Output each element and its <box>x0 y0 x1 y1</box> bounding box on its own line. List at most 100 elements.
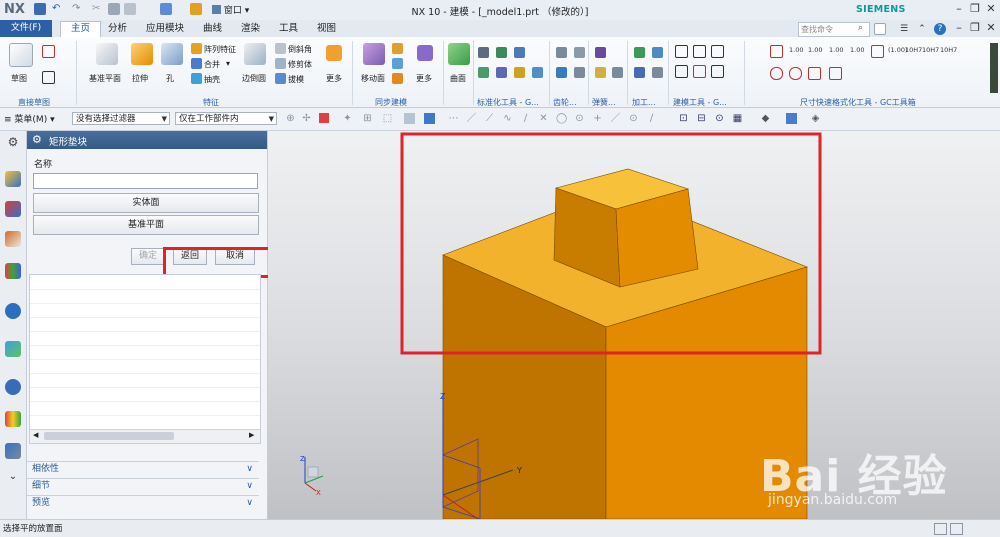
tab-render[interactable]: 渲染 <box>241 22 260 36</box>
dim-tool-12-icon[interactable] <box>829 67 842 80</box>
clock-icon[interactable] <box>5 379 21 395</box>
rect-select-icon[interactable]: ⬚ <box>382 113 393 124</box>
datum-plane-option-button[interactable]: 基准平面 <box>33 215 259 235</box>
move-face-icon[interactable] <box>363 43 385 65</box>
arc-center-icon[interactable]: ◯ <box>556 113 567 124</box>
dim-tool-9-icon[interactable] <box>770 67 783 80</box>
dim-tool-1-icon[interactable] <box>770 45 783 58</box>
bounded-grid-icon[interactable]: ⊙ <box>628 113 639 124</box>
std-tool-6-icon[interactable] <box>514 67 525 78</box>
dependency-section[interactable]: 相依性 ∨ <box>27 461 259 476</box>
surface-icon[interactable] <box>448 43 470 65</box>
unite-icon[interactable] <box>191 58 202 69</box>
chamfer-button[interactable]: 倒斜角 <box>288 44 312 55</box>
sync-tool-3-icon[interactable] <box>392 73 403 84</box>
constraint-navigator-icon[interactable] <box>5 231 21 247</box>
build-tool-4-icon[interactable] <box>675 65 688 78</box>
more-features-icon[interactable] <box>326 45 342 61</box>
part-navigator-icon[interactable] <box>5 171 21 187</box>
ribbon-options-icon[interactable]: ☰ <box>898 23 910 35</box>
more-features-button[interactable]: 更多 <box>326 73 342 84</box>
collapse-ribbon-icon[interactable]: ⌃ <box>916 23 928 35</box>
dim-label-4[interactable]: 1.00 <box>850 46 864 54</box>
spring-tool-1-icon[interactable] <box>595 47 606 58</box>
dim-label-7[interactable]: 10H7 <box>922 46 939 54</box>
web-browser-icon[interactable] <box>5 303 21 319</box>
datum-plane-button[interactable]: 基准平面 <box>89 73 121 84</box>
shell-icon[interactable] <box>191 73 202 84</box>
draft-icon[interactable] <box>275 73 286 84</box>
cube-view-icon[interactable] <box>424 113 435 124</box>
trim-body-icon[interactable] <box>275 58 286 69</box>
select-all-icon[interactable]: ⊕ <box>285 113 296 124</box>
gear-tool-1-icon[interactable] <box>556 47 567 58</box>
select-face-icon[interactable]: ⊞ <box>362 113 373 124</box>
datum-plane-icon[interactable] <box>96 43 118 65</box>
dim-label-6[interactable]: 10H7 <box>905 46 922 54</box>
dim-label-1[interactable]: 1.00 <box>789 46 803 54</box>
extrude-button[interactable]: 拉伸 <box>132 73 148 84</box>
machining-tool-4-icon[interactable] <box>652 67 663 78</box>
rotate-icon[interactable]: ⊙ <box>714 113 725 124</box>
machining-tool-1-icon[interactable] <box>634 47 645 58</box>
edge-blend-button[interactable]: 边倒圆 <box>242 73 266 84</box>
dim-tool-10-icon[interactable] <box>789 67 802 80</box>
point-on-face-icon[interactable]: ／ <box>610 113 621 124</box>
dim-label-8[interactable]: 10H7 <box>940 46 957 54</box>
gear-tool-3-icon[interactable] <box>556 67 567 78</box>
machining-tool-2-icon[interactable] <box>652 47 663 58</box>
scrollbar-thumb[interactable] <box>44 432 174 440</box>
scroll-right-icon[interactable]: ▶ <box>249 431 254 439</box>
dim-tool-5-icon[interactable] <box>871 45 884 58</box>
intersection-icon[interactable]: ✕ <box>538 113 549 124</box>
orient-view-icon[interactable]: ◆ <box>760 113 771 124</box>
roles-icon[interactable] <box>5 443 21 459</box>
shell-button[interactable]: 抽壳 <box>204 74 220 85</box>
reuse-library-icon[interactable] <box>5 263 21 279</box>
restore-icon[interactable]: ❐ <box>968 2 982 16</box>
close-icon[interactable]: ✕ <box>984 2 998 16</box>
palette-icon[interactable] <box>5 411 21 427</box>
tab-analysis[interactable]: 分析 <box>108 22 127 36</box>
std-tool-2-icon[interactable] <box>496 47 507 58</box>
scroll-rail-icon[interactable]: ⌄ <box>5 471 21 487</box>
doc-restore-icon[interactable]: ❐ <box>968 21 982 35</box>
search-icon[interactable]: ⌕ <box>858 23 863 33</box>
gear-tool-4-icon[interactable] <box>574 67 585 78</box>
dim-tool-11-icon[interactable] <box>808 67 821 80</box>
status-window-icon[interactable] <box>950 523 963 535</box>
assembly-navigator-icon[interactable] <box>5 201 21 217</box>
clip-section-icon[interactable]: ◈ <box>810 113 821 124</box>
ribbon-side-tab[interactable] <box>990 43 998 93</box>
selection-scope-dropdown[interactable]: 仅在工作部件内 ▼ <box>175 112 277 125</box>
hole-button[interactable]: 孔 <box>166 73 174 84</box>
display-mode-icon[interactable] <box>786 113 797 124</box>
type-filter-dropdown[interactable]: 没有选择过滤器 ▼ <box>72 112 170 125</box>
status-panel-icon[interactable] <box>934 523 947 535</box>
feature-select-icon[interactable] <box>319 113 329 123</box>
fullscreen-icon[interactable] <box>874 23 886 35</box>
dim-label-3[interactable]: 1.00 <box>829 46 843 54</box>
hole-icon[interactable] <box>161 43 183 65</box>
dialog-settings-icon[interactable]: ⚙ <box>32 133 42 146</box>
select-body-icon[interactable]: ✦ <box>342 113 353 124</box>
select-ribbon-icon[interactable] <box>404 113 415 124</box>
tab-file[interactable]: 文件(F) <box>0 20 52 37</box>
spring-tool-3-icon[interactable] <box>612 67 623 78</box>
std-tool-4-icon[interactable] <box>478 67 489 78</box>
build-tool-5-icon[interactable] <box>693 65 706 78</box>
sketch-button[interactable]: 草图 <box>11 73 27 84</box>
tab-curve[interactable]: 曲线 <box>203 22 222 36</box>
build-tool-1-icon[interactable] <box>675 45 688 58</box>
help-icon[interactable]: ? <box>934 23 946 35</box>
draft-button[interactable]: 拔模 <box>288 74 304 85</box>
edge-blend-icon[interactable] <box>244 43 266 65</box>
std-tool-3-icon[interactable] <box>514 47 525 58</box>
gear-tool-2-icon[interactable] <box>574 47 585 58</box>
sketch-icon[interactable] <box>9 43 33 67</box>
unite-button[interactable]: 合并 <box>204 59 220 70</box>
scroll-left-icon[interactable]: ◀ <box>33 431 38 439</box>
sync-tool-2-icon[interactable] <box>392 58 403 69</box>
std-tool-5-icon[interactable] <box>496 67 507 78</box>
minimize-icon[interactable]: – <box>952 2 966 16</box>
